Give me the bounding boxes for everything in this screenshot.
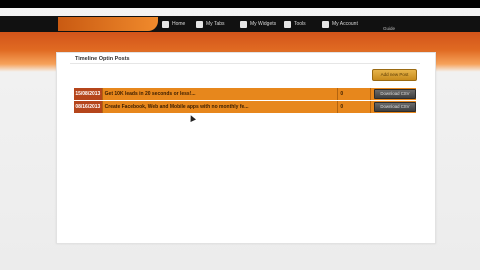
nav-item-label: My Widgets (250, 21, 277, 27)
post-action-cell: Download CSV (370, 88, 416, 100)
nav-item-tools[interactable]: Tools (284, 19, 306, 29)
nav-item-my-account[interactable]: My Account (322, 19, 358, 29)
download-csv-button[interactable]: Download CSV (373, 89, 416, 99)
post-date: 08/16/2013 (74, 101, 103, 113)
add-new-post-button[interactable]: Add new Post (372, 69, 417, 81)
nav-guide-link[interactable]: Guide (383, 26, 395, 31)
widgets-icon (240, 20, 247, 28)
download-csv-button[interactable]: Download CSV (373, 102, 416, 112)
post-title[interactable]: Get 10K leads in 20 seconds or less!... (102, 88, 339, 100)
table-row[interactable]: 15/08/2013 Get 10K leads in 20 seconds o… (74, 88, 416, 100)
post-date: 15/08/2013 (74, 88, 103, 100)
app-screen: Home My Tabs My Widgets Tools My Account… (0, 0, 480, 270)
tabs-icon (196, 20, 203, 28)
post-title[interactable]: Create Facebook, Web and Mobile apps wit… (102, 101, 339, 113)
nav-item-label: My Account (332, 21, 358, 27)
home-icon (162, 20, 169, 28)
posts-table: 15/08/2013 Get 10K leads in 20 seconds o… (74, 87, 416, 114)
nav-item-label: Tools (294, 21, 306, 27)
nav-item-my-tabs[interactable]: My Tabs (196, 19, 225, 29)
page-title: Timeline Optin Posts (75, 56, 130, 62)
title-divider (70, 63, 420, 64)
top-letterbox (0, 0, 480, 8)
nav-item-home[interactable]: Home (162, 19, 185, 29)
account-icon (322, 20, 329, 28)
nav-item-label: Home (172, 21, 186, 27)
nav-item-label: My Tabs (206, 21, 225, 27)
post-action-cell: Download CSV (370, 101, 416, 113)
tools-icon (284, 20, 291, 28)
table-row[interactable]: 08/16/2013 Create Facebook, Web and Mobi… (74, 101, 416, 113)
post-count: 0 (338, 88, 371, 100)
brand-logo[interactable] (58, 17, 158, 31)
post-count: 0 (338, 101, 371, 113)
nav-item-my-widgets[interactable]: My Widgets (240, 19, 276, 29)
